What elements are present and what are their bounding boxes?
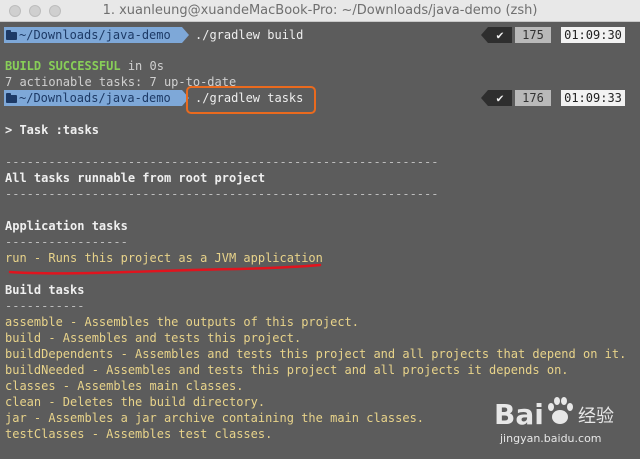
folder-icon <box>6 93 17 103</box>
prompt-status-1: ✔ 175 01:09:30 <box>481 27 632 43</box>
watermark-brand: Bai <box>494 398 544 431</box>
build-duration: in 0s <box>120 59 164 73</box>
build-task-line: jar - Assembles a jar archive containing… <box>5 411 425 425</box>
prompt-arrow <box>182 27 189 43</box>
paw-icon <box>548 397 573 424</box>
status-arrow <box>481 27 488 43</box>
prompt-path-segment: ~/Downloads/java-demo <box>4 90 182 106</box>
prompt-time: 01:09:33 <box>561 90 625 106</box>
history-number: 176 <box>515 90 551 106</box>
command-text: ./gradlew build <box>195 28 304 42</box>
window-title-bar: 1. xuanleung@xuandeMacBook-Pro: ~/Downlo… <box>0 0 640 22</box>
prompt-path: ~/Downloads/java-demo <box>19 28 171 42</box>
folder-icon <box>6 30 17 40</box>
prompt-path: ~/Downloads/java-demo <box>19 91 171 105</box>
all-tasks-heading: All tasks runnable from root project <box>5 171 266 185</box>
build-task-line: classes - Assembles main classes. <box>5 379 244 393</box>
build-task-line: build - Assembles and tests this project… <box>5 331 302 345</box>
prompt-path-segment: ~/Downloads/java-demo <box>4 27 182 43</box>
build-task-line: clean - Deletes the build directory. <box>5 395 266 409</box>
red-underline-annotation <box>8 263 322 275</box>
check-icon: ✔ <box>488 90 512 106</box>
check-icon: ✔ <box>488 27 512 43</box>
command-highlight-box <box>186 86 316 114</box>
build-tasks-heading: Build tasks <box>5 283 85 297</box>
application-tasks-rule: ----------------- <box>5 235 128 249</box>
separator-rule: ----------------------------------------… <box>5 155 439 169</box>
application-tasks-heading: Application tasks <box>5 219 128 233</box>
prompt-time: 01:09:30 <box>561 27 625 43</box>
prompt-status-2: ✔ 176 01:09:33 <box>481 90 632 106</box>
build-task-line: buildNeeded - Assembles and tests this p… <box>5 363 569 377</box>
baidu-watermark: Bai 经验 jingyan.baidu.com <box>494 390 634 454</box>
history-number: 175 <box>515 27 551 43</box>
build-task-line: assemble - Assembles the outputs of this… <box>5 315 360 329</box>
separator-rule: ----------------------------------------… <box>5 187 439 201</box>
status-arrow <box>481 90 488 106</box>
watermark-chinese: 经验 <box>578 406 614 427</box>
watermark-url: jingyan.baidu.com <box>500 432 602 445</box>
build-tasks-rule: ----------- <box>5 299 85 313</box>
build-result-line: BUILD SUCCESSFUL in 0s <box>5 58 164 74</box>
window-title: 1. xuanleung@xuandeMacBook-Pro: ~/Downlo… <box>102 3 538 18</box>
build-task-line: testClasses - Assembles test classes. <box>5 427 273 441</box>
build-success-label: BUILD SUCCESSFUL <box>5 59 121 73</box>
build-task-line: buildDependents - Assembles and tests th… <box>5 347 627 361</box>
task-header: > Task :tasks <box>5 123 99 137</box>
